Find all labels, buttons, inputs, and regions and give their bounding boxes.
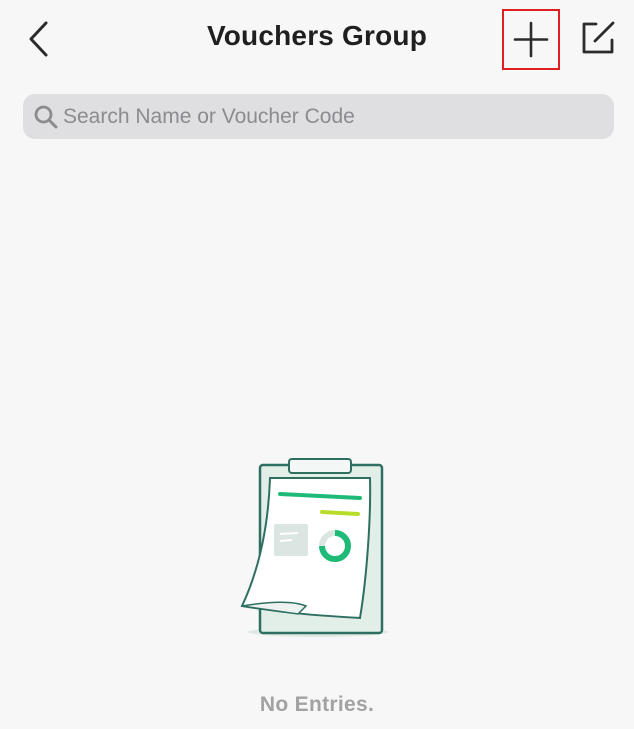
search-icon [34, 105, 58, 129]
add-voucher-group-button[interactable] [502, 9, 560, 70]
search-input[interactable] [63, 94, 593, 139]
compose-icon [582, 21, 615, 54]
clipboard-document-illustration [240, 458, 388, 637]
empty-state-message: No Entries. [259, 693, 375, 716]
empty-state-illustration [236, 456, 400, 642]
edit-button[interactable] [578, 18, 618, 58]
plus-icon [513, 21, 549, 58]
navigation-bar: Vouchers Group [0, 0, 634, 78]
search-bar[interactable] [23, 94, 614, 139]
